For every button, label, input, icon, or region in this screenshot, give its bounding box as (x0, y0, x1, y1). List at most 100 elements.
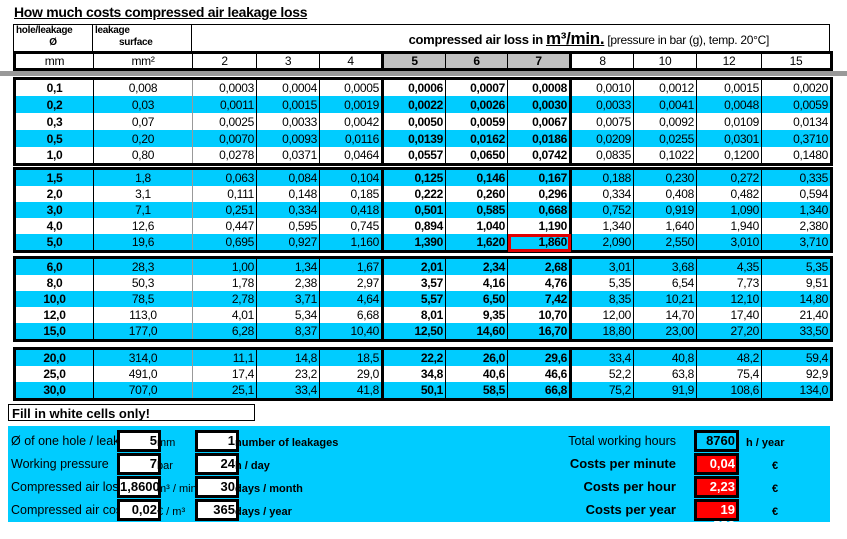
loss-cell: 12,00 (570, 307, 634, 323)
loss-cell: 0,0070 (192, 130, 257, 147)
loss-cell: 6,68 (319, 307, 384, 323)
loss-cell: 3,710 (761, 234, 833, 252)
loss-cell: 0,222 (382, 186, 446, 202)
loss-cell: 75,2 (570, 382, 634, 400)
surface-cell: 50,3 (93, 275, 193, 291)
loss-cell: 0,148 (256, 186, 320, 202)
loss-prefix: compressed air loss in (408, 32, 544, 47)
loss-cell: 1,620 (445, 234, 508, 252)
loss-cell: 0,1480 (761, 147, 833, 165)
loss-cell: 18,80 (570, 323, 634, 341)
calc-unit: m³ / min. (157, 483, 200, 495)
surface-cell: 491,0 (93, 366, 193, 382)
loss-cell: 1,00 (192, 257, 257, 275)
calc-input[interactable]: 1,8600 (117, 476, 161, 498)
table-header: hole/leakage Ø leakage surface compresse… (13, 24, 830, 53)
calc-input[interactable]: 30 (195, 476, 239, 498)
loss-cell: 0,745 (319, 218, 384, 234)
header-hole-sub: Ø (49, 37, 57, 48)
surface-cell: 0,008 (93, 78, 193, 96)
unit-header-2: 2 (192, 51, 257, 71)
loss-cell: 40,6 (445, 366, 508, 382)
loss-cell: 27,20 (696, 323, 762, 341)
loss-cell: 52,2 (570, 366, 634, 382)
calc-result-label: Costs per minute (569, 456, 676, 471)
loss-cell: 1,67 (319, 257, 384, 275)
unit-header-3: 3 (256, 51, 320, 71)
data-block: 20,0 314,0 11,1 14,8 18,5 22,2 26,0 29,6 33,4 40,… (13, 347, 833, 401)
calc-unit: € (772, 483, 779, 495)
loss-cell: 0,251 (192, 202, 257, 218)
loss-cell: 0,0004 (256, 78, 320, 96)
loss-cell: 4,64 (319, 291, 384, 307)
calc-label: Working pressure (11, 457, 109, 471)
calc-unit: number of leakages (235, 437, 339, 449)
loss-cell: 1,090 (696, 202, 762, 218)
loss-cell: 0,919 (633, 202, 697, 218)
surface-cell: 0,07 (93, 113, 193, 130)
loss-cell: 0,0010 (570, 78, 634, 96)
calc-label: Compressed air loss (11, 480, 125, 494)
surface-cell: 113,0 (93, 307, 193, 323)
loss-cell: 0,0005 (319, 78, 384, 96)
loss-cell: 75,4 (696, 366, 762, 382)
loss-cell: 1,34 (256, 257, 320, 275)
loss-cell: 0,0162 (445, 130, 508, 147)
loss-cell: 1,640 (633, 218, 697, 234)
surface-cell: 314,0 (93, 348, 193, 366)
calc-unit: € (772, 506, 779, 518)
table-row: 1,5 1,8 0,063 0,084 0,104 0,125 0,146 0,167 0,18… (13, 168, 833, 186)
loss-cell: 0,0025 (192, 113, 257, 130)
loss-cell: 0,0006 (382, 78, 446, 96)
surface-cell: 177,0 (93, 323, 193, 341)
loss-cell: 0,0301 (696, 130, 762, 147)
calc-input[interactable]: 5 (117, 430, 161, 452)
calc-unit: days / year (235, 506, 292, 518)
loss-cell: 0,418 (319, 202, 384, 218)
loss-cell: 0,408 (633, 186, 697, 202)
loss-cell: 6,54 (633, 275, 697, 291)
calc-unit: mm (157, 437, 176, 449)
loss-cell: 0,0116 (319, 130, 384, 147)
loss-cell: 0,0048 (696, 96, 762, 113)
loss-cell: 0,0093 (256, 130, 320, 147)
cost-result: 0,04 (694, 453, 739, 475)
calc-input[interactable]: 365 (195, 499, 239, 521)
data-block: 6,0 28,3 1,00 1,34 1,67 2,01 2,34 2,68 3,01 3,68 4… (13, 256, 833, 342)
loss-cell: 0,1022 (633, 147, 697, 165)
loss-cell: 14,8 (256, 348, 320, 366)
loss-cell: 0,0007 (445, 78, 508, 96)
loss-cell: 5,34 (256, 307, 320, 323)
surface-cell: 0,20 (93, 130, 193, 147)
calc-input[interactable]: 0,02 (117, 499, 161, 521)
loss-cell: 41,8 (319, 382, 384, 400)
table-row: 0,1 0,008 0,0003 0,0004 0,0005 0,0006 0,0007 0,… (13, 78, 833, 96)
data-block: 0,1 0,008 0,0003 0,0004 0,0005 0,0006 0,0007 0,… (13, 77, 833, 166)
surface-cell: 78,5 (93, 291, 193, 307)
table-row: 25,0 491,0 17,4 23,2 29,0 34,8 40,6 46,6 52,2 63,… (13, 366, 833, 382)
calc-unit: h / day (235, 460, 270, 472)
loss-cell: 0,063 (192, 168, 257, 186)
loss-cell: 8,01 (382, 307, 446, 323)
loss-cell: 0,146 (445, 168, 508, 186)
total-hours-field: 8760 (694, 430, 739, 452)
hole-diameter-cell: 4,0 (13, 218, 94, 234)
unit-header-6: 6 (445, 51, 508, 71)
loss-cell: 17,40 (696, 307, 762, 323)
loss-cell: 134,0 (761, 382, 833, 400)
calc-input[interactable]: 24 (195, 453, 239, 475)
loss-cell: 2,380 (761, 218, 833, 234)
calc-input[interactable]: 7 (117, 453, 161, 475)
loss-cell: 0,752 (570, 202, 634, 218)
loss-cell: 0,0020 (761, 78, 833, 96)
calc-input[interactable]: 1 (195, 430, 239, 452)
loss-cell: 22,2 (382, 348, 446, 366)
loss-cell: 2,34 (445, 257, 508, 275)
loss-cell: 23,00 (633, 323, 697, 341)
loss-cell: 0,0134 (761, 113, 833, 130)
loss-cell: 0,0041 (633, 96, 697, 113)
loss-cell: 0,0050 (382, 113, 446, 130)
surface-cell: 0,80 (93, 147, 193, 165)
loss-cell: 0,0022 (382, 96, 446, 113)
loss-cell: 10,40 (319, 323, 384, 341)
